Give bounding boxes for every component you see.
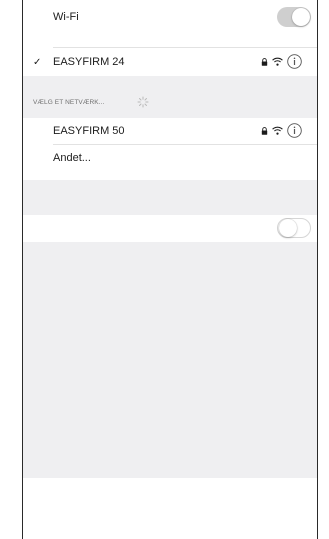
checkmark-icon: ✓ (33, 56, 42, 68)
lock-icon (261, 58, 268, 66)
info-icon[interactable] (287, 123, 302, 138)
row-divider (53, 47, 317, 48)
settings-screen: Wi-Fi ✓ EASYFIRM 24 VÆLG ET NETVÆRK... E… (22, 0, 318, 539)
other-network-label: Andet... (53, 152, 91, 164)
info-icon[interactable] (287, 54, 302, 69)
network-row[interactable]: EASYFIRM 50 (23, 118, 317, 144)
ask-to-join-toggle[interactable] (277, 218, 311, 238)
wifi-toggle[interactable] (277, 7, 311, 27)
network-name: EASYFIRM 50 (53, 125, 125, 137)
connected-network-row[interactable]: ✓ EASYFIRM 24 (23, 49, 317, 75)
other-network-row[interactable]: Andet... (23, 145, 317, 171)
wifi-signal-icon (272, 57, 283, 66)
empty-background-area (23, 242, 317, 478)
section-spacer-band (23, 180, 317, 215)
toggle-knob (292, 8, 310, 26)
toggle-knob (279, 219, 297, 237)
wifi-signal-icon (272, 126, 283, 135)
section-header-text: VÆLG ET NETVÆRK... (33, 99, 105, 106)
lock-icon (261, 127, 268, 135)
connected-network-name: EASYFIRM 24 (53, 56, 125, 68)
ask-to-join-row (23, 215, 317, 241)
wifi-label: Wi-Fi (53, 11, 79, 23)
loading-spinner-icon (137, 96, 149, 108)
wifi-toggle-row: Wi-Fi (23, 4, 317, 30)
section-header-band (23, 76, 317, 118)
